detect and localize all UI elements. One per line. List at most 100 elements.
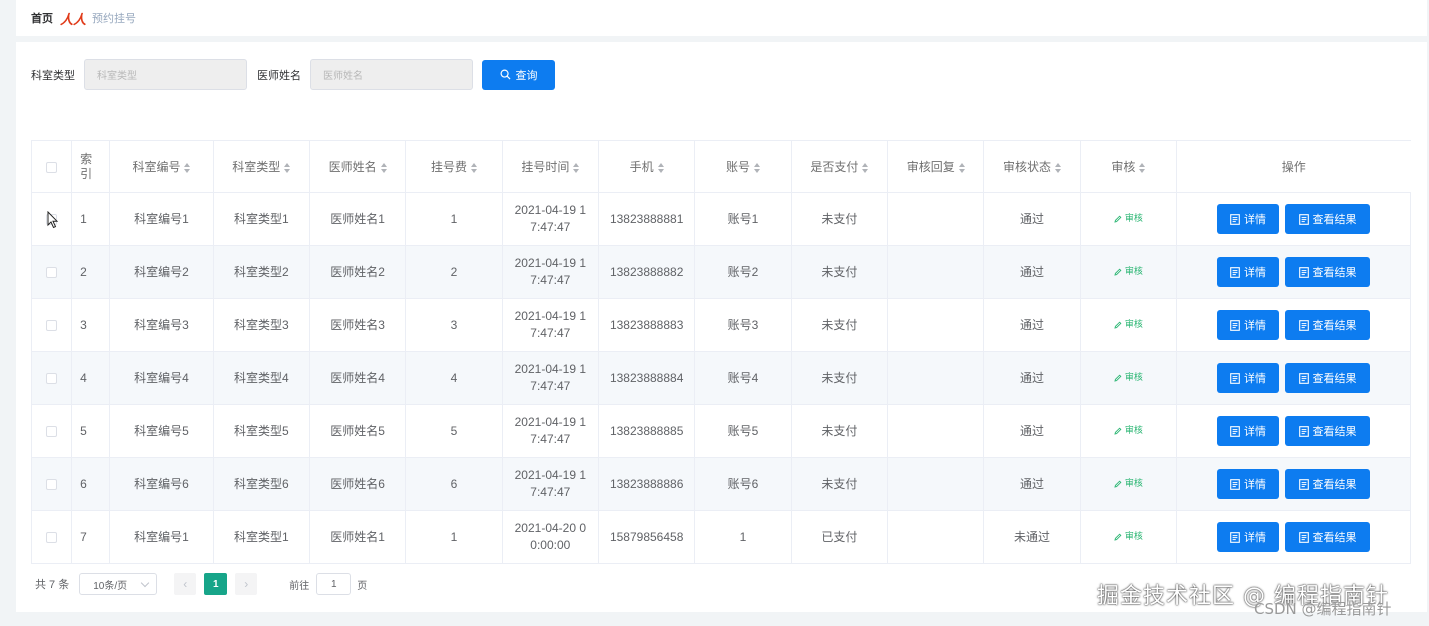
row-select-cell bbox=[30, 351, 73, 405]
dept-type-input[interactable]: 科室类型 bbox=[84, 59, 247, 90]
breadcrumb-home[interactable]: 首页 bbox=[31, 10, 53, 26]
edit-icon bbox=[1114, 427, 1122, 435]
header-time[interactable]: 挂号时间 bbox=[502, 140, 600, 193]
detail-button[interactable]: 详情 bbox=[1217, 204, 1280, 234]
cell-status: 通过 bbox=[983, 245, 1081, 299]
detail-button[interactable]: 详情 bbox=[1217, 310, 1280, 340]
sort-icon[interactable] bbox=[862, 162, 869, 173]
header-paid[interactable]: 是否支付 bbox=[791, 140, 889, 193]
table-row: 5 科室编号5 科室类型5 医师姓名5 5 2021-04-19 17:47:47 1382… bbox=[30, 404, 1411, 458]
query-button[interactable]: 查询 bbox=[482, 59, 555, 90]
cell-audit: 审核 bbox=[1080, 245, 1178, 299]
cell-reply bbox=[887, 351, 985, 405]
detail-button[interactable]: 详情 bbox=[1217, 416, 1280, 446]
cell-phone: 13823888885 bbox=[598, 404, 696, 458]
cell-ops: 详情 查看结果 bbox=[1176, 298, 1411, 352]
cell-dept-type: 科室类型3 bbox=[213, 298, 310, 352]
header-ops: 操作 bbox=[1176, 140, 1411, 193]
row-checkbox[interactable] bbox=[46, 372, 58, 384]
row-checkbox[interactable] bbox=[46, 531, 58, 543]
sort-icon[interactable] bbox=[573, 162, 580, 173]
chevron-right-icon: › bbox=[244, 577, 249, 591]
cell-fee: 4 bbox=[405, 351, 503, 405]
document-icon bbox=[1298, 319, 1309, 331]
edit-icon bbox=[1114, 533, 1122, 541]
page-number-active[interactable]: 1 bbox=[204, 573, 228, 595]
detail-button[interactable]: 详情 bbox=[1217, 522, 1280, 552]
header-doctor[interactable]: 医师姓名 bbox=[309, 140, 407, 193]
view-result-button[interactable]: 查看结果 bbox=[1285, 310, 1371, 340]
audit-link[interactable]: 审核 bbox=[1114, 475, 1143, 492]
document-icon bbox=[1230, 478, 1240, 490]
table-header-row: 索引 科室编号 科室类型 医师姓名 挂号费 挂号时间 手机 账号 是否支付 审核… bbox=[30, 140, 1411, 193]
audit-link-label: 审核 bbox=[1124, 266, 1143, 277]
cell-dept-no: 科室编号2 bbox=[109, 245, 214, 299]
cell-status: 通过 bbox=[983, 192, 1081, 246]
detail-button[interactable]: 详情 bbox=[1217, 469, 1280, 499]
detail-button[interactable]: 详情 bbox=[1217, 257, 1280, 287]
query-button-label: 查询 bbox=[515, 69, 538, 82]
audit-link[interactable]: 审核 bbox=[1114, 263, 1143, 280]
page-unit-label: 页 bbox=[357, 580, 368, 592]
header-phone[interactable]: 手机 bbox=[598, 140, 696, 193]
cell-paid: 未支付 bbox=[791, 245, 889, 299]
appointment-table: 索引 科室编号 科室类型 医师姓名 挂号费 挂号时间 手机 账号 是否支付 审核… bbox=[30, 140, 1411, 564]
row-checkbox[interactable] bbox=[46, 266, 58, 278]
edit-icon bbox=[1114, 268, 1122, 276]
header-audit-label: 审核 bbox=[1111, 160, 1136, 174]
sort-icon[interactable] bbox=[958, 162, 965, 173]
row-select-cell bbox=[30, 404, 73, 458]
cell-index: 2 bbox=[71, 245, 111, 299]
view-result-button[interactable]: 查看结果 bbox=[1285, 204, 1371, 234]
sort-icon[interactable] bbox=[657, 162, 664, 173]
view-result-button-label: 查看结果 bbox=[1312, 532, 1357, 544]
header-reply[interactable]: 审核回复 bbox=[887, 140, 985, 193]
table-row: 1 科室编号1 科室类型1 医师姓名1 1 2021-04-19 17:47:47 1382… bbox=[30, 192, 1411, 246]
sort-icon[interactable] bbox=[470, 162, 477, 173]
audit-link[interactable]: 审核 bbox=[1114, 316, 1143, 333]
view-result-button[interactable]: 查看结果 bbox=[1285, 416, 1371, 446]
select-all-checkbox[interactable] bbox=[46, 161, 58, 173]
header-fee[interactable]: 挂号费 bbox=[405, 140, 503, 193]
header-dept-type[interactable]: 科室类型 bbox=[213, 140, 310, 193]
view-result-button[interactable]: 查看结果 bbox=[1285, 522, 1371, 552]
goto-page-input[interactable]: 1 bbox=[316, 573, 352, 595]
sort-icon[interactable] bbox=[284, 162, 291, 173]
audit-link[interactable]: 审核 bbox=[1114, 528, 1143, 545]
view-result-button[interactable]: 查看结果 bbox=[1285, 363, 1371, 393]
page-size-select[interactable]: 10条/页 bbox=[79, 573, 158, 595]
row-checkbox[interactable] bbox=[46, 478, 58, 490]
sort-icon[interactable] bbox=[1055, 162, 1062, 173]
row-select-cell bbox=[30, 510, 73, 564]
audit-link[interactable]: 审核 bbox=[1114, 422, 1143, 439]
view-result-button[interactable]: 查看结果 bbox=[1285, 469, 1371, 499]
view-result-button-label: 查看结果 bbox=[1312, 320, 1357, 332]
sort-icon[interactable] bbox=[380, 162, 387, 173]
document-icon bbox=[1298, 213, 1309, 225]
audit-link[interactable]: 审核 bbox=[1114, 369, 1143, 386]
detail-button-label: 详情 bbox=[1244, 426, 1267, 438]
header-audit[interactable]: 审核 bbox=[1080, 140, 1178, 193]
prev-page-button[interactable]: ‹ bbox=[174, 573, 197, 595]
cell-time: 2021-04-19 17:47:47 bbox=[502, 298, 600, 352]
header-status[interactable]: 审核状态 bbox=[983, 140, 1081, 193]
doctor-name-input[interactable]: 医师姓名 bbox=[310, 59, 473, 90]
row-checkbox[interactable] bbox=[46, 425, 58, 437]
view-result-button-label: 查看结果 bbox=[1312, 267, 1357, 279]
sort-icon[interactable] bbox=[1139, 162, 1146, 173]
sort-icon[interactable] bbox=[754, 162, 761, 173]
document-icon bbox=[1230, 425, 1240, 437]
detail-button[interactable]: 详情 bbox=[1217, 363, 1280, 393]
view-result-button[interactable]: 查看结果 bbox=[1285, 257, 1371, 287]
header-account[interactable]: 账号 bbox=[694, 140, 792, 193]
sort-icon[interactable] bbox=[184, 162, 191, 173]
cell-phone: 13823888881 bbox=[598, 192, 696, 246]
edit-icon bbox=[1114, 374, 1122, 382]
next-page-button[interactable]: › bbox=[235, 573, 258, 595]
mouse-cursor-icon bbox=[47, 211, 59, 229]
header-phone-label: 手机 bbox=[629, 160, 654, 174]
row-checkbox[interactable] bbox=[46, 319, 58, 331]
cell-phone: 13823888882 bbox=[598, 245, 696, 299]
audit-link[interactable]: 审核 bbox=[1114, 210, 1143, 227]
header-dept-no[interactable]: 科室编号 bbox=[109, 140, 214, 193]
